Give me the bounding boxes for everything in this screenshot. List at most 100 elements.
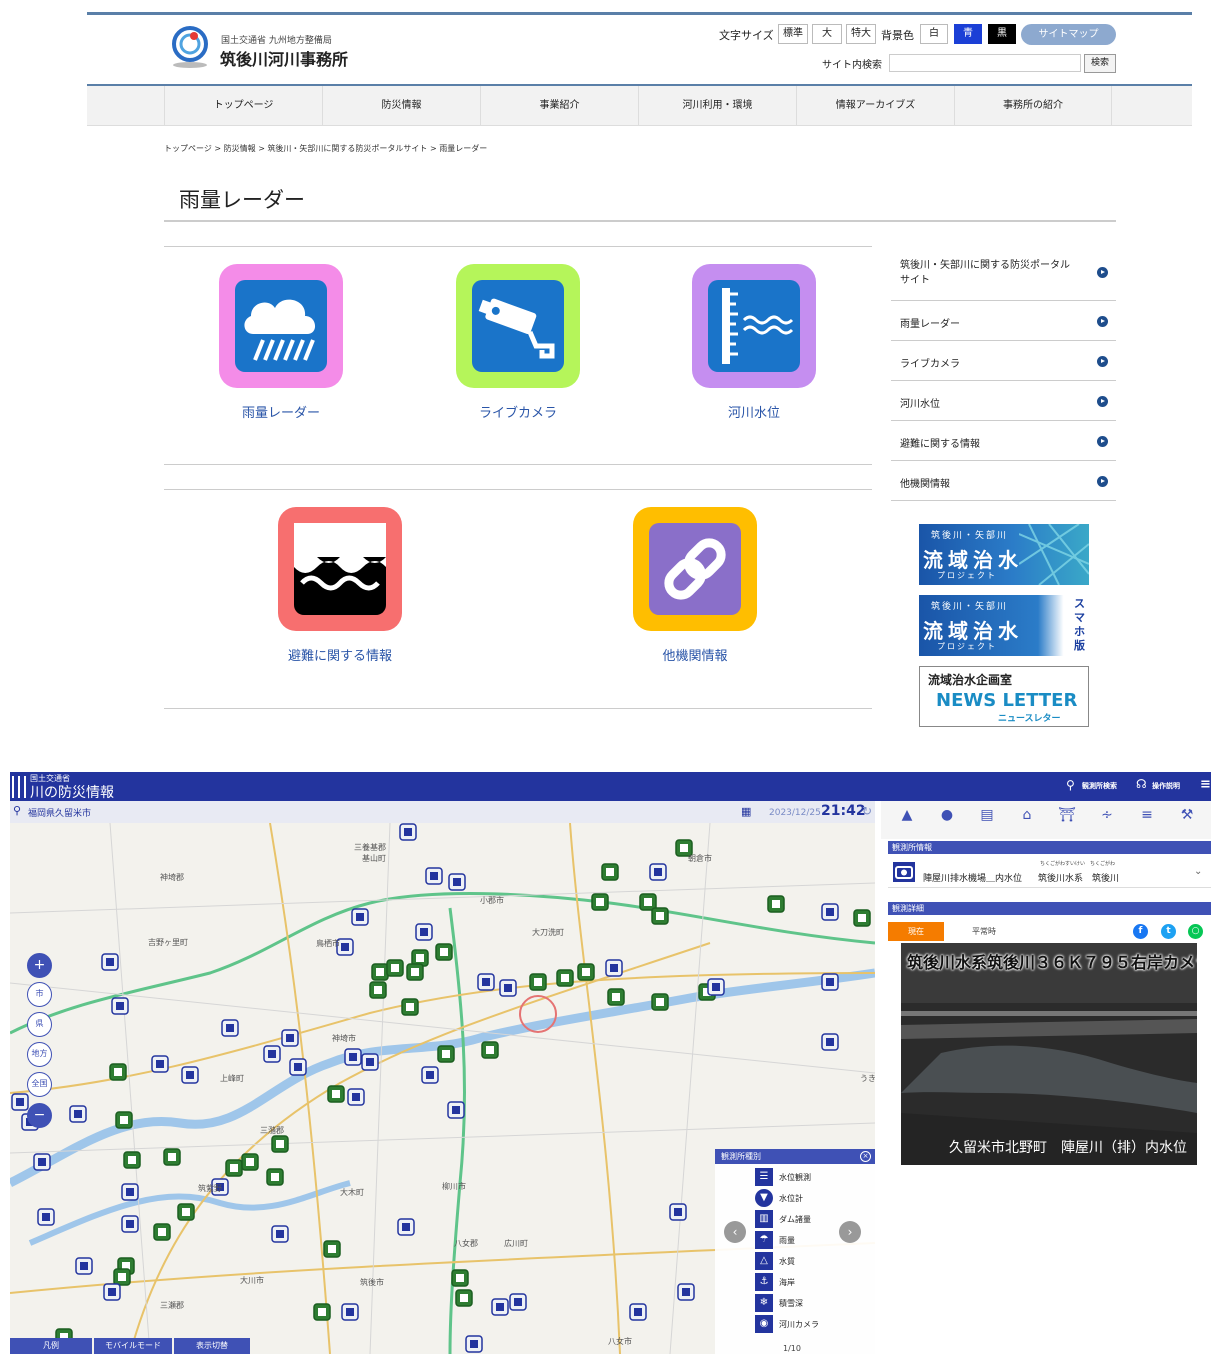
camera-marker[interactable] <box>853 909 871 927</box>
font-size-xlarge-button[interactable]: 特大 <box>846 24 876 44</box>
camera-marker[interactable] <box>481 1041 499 1059</box>
water-gauge-marker[interactable] <box>37 1208 55 1226</box>
bg-black-button[interactable]: 黒 <box>988 24 1016 44</box>
camera-marker[interactable] <box>406 963 424 981</box>
tile-other-agencies-label[interactable]: 他機関情報 <box>605 645 785 664</box>
water-gauge-marker[interactable] <box>289 1058 307 1076</box>
legend-button[interactable]: 凡例 <box>10 1338 92 1354</box>
menu-icon[interactable]: ≡ <box>1200 777 1211 792</box>
camera-marker[interactable] <box>651 993 669 1011</box>
camera-marker[interactable] <box>435 943 453 961</box>
camera-marker[interactable] <box>451 1269 469 1287</box>
nav-disaster-info[interactable]: 防災情報 <box>322 86 480 126</box>
chevron-down-icon[interactable]: ⌄ <box>1194 866 1202 877</box>
panel-tab-dam[interactable]: ▤ <box>974 807 1000 833</box>
water-gauge-marker[interactable] <box>415 923 433 941</box>
water-gauge-marker[interactable] <box>271 1225 289 1243</box>
station-search-link[interactable]: 観測所検索 <box>1082 781 1117 791</box>
panel-tab-shelter[interactable]: ⛩ <box>1054 807 1080 833</box>
camera-marker[interactable] <box>767 895 785 913</box>
sitemap-button[interactable]: サイトマップ <box>1021 24 1116 45</box>
tile-evacuation[interactable] <box>278 507 402 631</box>
tile-river-level-label[interactable]: 河川水位 <box>664 402 844 421</box>
water-gauge-marker[interactable] <box>465 1335 483 1353</box>
water-gauge-marker[interactable] <box>605 959 623 977</box>
panel-tab-tool[interactable]: ⚒ <box>1174 807 1200 833</box>
water-gauge-marker[interactable] <box>447 1101 465 1119</box>
station-selector[interactable]: 陣屋川排水機場＿内水位 ちくごがわすいけい ちくごがわ 筑後川水系 筑後川 ⌄ <box>888 856 1211 888</box>
camera-marker[interactable] <box>437 1045 455 1063</box>
water-gauge-marker[interactable] <box>347 1088 365 1106</box>
camera-marker[interactable] <box>271 1135 289 1153</box>
water-gauge-marker[interactable] <box>421 1066 439 1084</box>
camera-marker[interactable] <box>313 1303 331 1321</box>
side-menu-live-camera[interactable]: ライブカメラ <box>891 341 1116 381</box>
camera-marker[interactable] <box>556 969 574 987</box>
tile-river-level[interactable] <box>692 264 816 388</box>
water-gauge-marker[interactable] <box>111 997 129 1015</box>
water-gauge-marker[interactable] <box>361 1053 379 1071</box>
camera-marker[interactable] <box>177 1203 195 1221</box>
panel-tab-rss[interactable]: ∻ <box>1094 807 1120 833</box>
banner-flood-project-mobile[interactable]: 筑後川・矢部川 流域治水 プロジェクト スマホ版 <box>919 595 1089 656</box>
nav-archives[interactable]: 情報アーカイブズ <box>796 86 954 126</box>
water-gauge-marker[interactable] <box>351 908 369 926</box>
water-gauge-marker[interactable] <box>649 863 667 881</box>
water-gauge-marker[interactable] <box>425 867 443 885</box>
camera-marker[interactable] <box>577 963 595 981</box>
water-gauge-marker[interactable] <box>477 973 495 991</box>
tab-normal-time[interactable]: 平常時 <box>956 922 1012 941</box>
water-gauge-marker[interactable] <box>448 873 466 891</box>
ministry-logo-icon[interactable] <box>170 26 210 70</box>
water-gauge-marker[interactable] <box>677 1283 695 1301</box>
panel-tab-home[interactable]: ⌂ <box>1014 807 1040 833</box>
panel-tab-info[interactable]: ● <box>934 807 960 833</box>
tile-rain-radar-label[interactable]: 雨量レーダー <box>191 402 371 421</box>
tab-current[interactable]: 現在 <box>888 922 944 941</box>
nav-top[interactable]: トップページ <box>164 86 322 126</box>
water-gauge-marker[interactable] <box>821 973 839 991</box>
camera-marker[interactable] <box>369 981 387 999</box>
close-icon[interactable]: × <box>860 1151 871 1162</box>
camera-marker[interactable] <box>266 1168 284 1186</box>
water-gauge-marker[interactable] <box>281 1029 299 1047</box>
nav-projects[interactable]: 事業紹介 <box>480 86 638 126</box>
water-gauge-marker[interactable] <box>151 1055 169 1073</box>
camera-marker[interactable] <box>113 1268 131 1286</box>
water-gauge-marker[interactable] <box>33 1153 51 1171</box>
water-gauge-marker[interactable] <box>509 1293 527 1311</box>
tile-evacuation-label[interactable]: 避難に関する情報 <box>250 645 430 664</box>
zoom-out-button[interactable]: − <box>27 1103 52 1128</box>
camera-marker[interactable] <box>323 1240 341 1258</box>
water-gauge-marker[interactable] <box>263 1045 281 1063</box>
river-camera-image[interactable]: 筑後川水系筑後川３６Ｋ７９５右岸カメラ 久留米市北野町 陣屋川（排）内水位 <box>901 943 1197 1165</box>
search-icon[interactable]: ⚲ <box>1066 778 1075 792</box>
water-gauge-marker[interactable] <box>707 978 725 996</box>
breadcrumb-item[interactable]: 筑後川・矢部川に関する防災ポータルサイト <box>267 144 427 153</box>
side-menu-other-agencies[interactable]: 他機関情報 <box>891 461 1116 501</box>
nav-river-use[interactable]: 河川利用・環境 <box>638 86 796 126</box>
display-toggle-button[interactable]: 表示切替 <box>174 1338 250 1354</box>
camera-marker[interactable] <box>123 1151 141 1169</box>
camera-marker[interactable] <box>109 1063 127 1081</box>
refresh-icon[interactable]: ↻ <box>862 804 872 818</box>
water-gauge-marker[interactable] <box>101 953 119 971</box>
camera-marker[interactable] <box>651 907 669 925</box>
zoom-city-button[interactable]: 市 <box>27 982 52 1007</box>
bg-blue-button[interactable]: 青 <box>954 24 982 44</box>
water-gauge-marker[interactable] <box>121 1215 139 1233</box>
line-icon[interactable]: ○ <box>1188 924 1203 939</box>
camera-marker[interactable] <box>153 1223 171 1241</box>
water-gauge-marker[interactable] <box>341 1303 359 1321</box>
panel-tab-list[interactable]: ≡ <box>1134 807 1160 833</box>
headphones-icon[interactable]: ☊ <box>1136 777 1147 791</box>
logo-office-name[interactable]: 筑後川河川事務所 <box>220 46 348 70</box>
banner-flood-project[interactable]: 筑後川・矢部川 流域治水 プロジェクト <box>919 524 1089 585</box>
water-gauge-marker[interactable] <box>821 1033 839 1051</box>
water-gauge-marker[interactable] <box>629 1303 647 1321</box>
nav-office[interactable]: 事務所の紹介 <box>954 86 1112 126</box>
water-gauge-marker[interactable] <box>669 1203 687 1221</box>
water-gauge-marker[interactable] <box>491 1298 509 1316</box>
side-menu-portal[interactable]: 筑後川・矢部川に関する防災ポータル サイト <box>891 246 1116 301</box>
mobile-mode-button[interactable]: モバイルモード <box>94 1338 172 1354</box>
